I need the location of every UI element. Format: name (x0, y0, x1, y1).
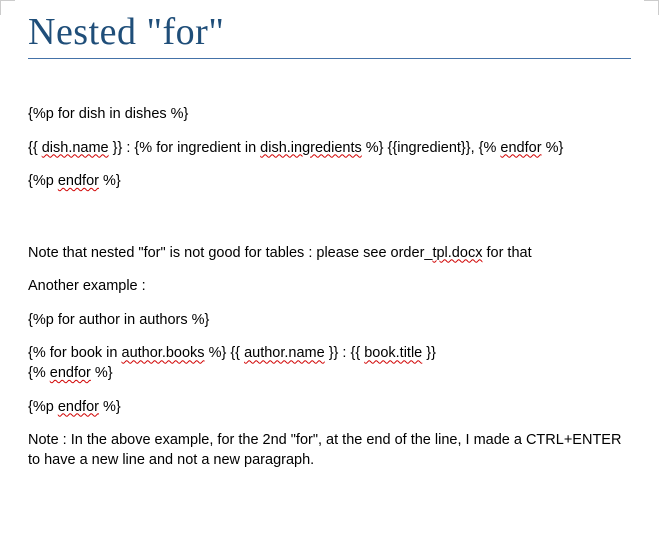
code-line: {{ dish.name }} : {% for ingredient in d… (28, 139, 631, 159)
text: }} : {% for ingredient in (109, 140, 261, 156)
text: {{ (28, 140, 42, 156)
text: %} {{ingredient}}, {% (362, 140, 501, 156)
text: {%p (28, 399, 58, 415)
text: %} (99, 399, 121, 415)
spellcheck-word: dish.name (42, 140, 109, 156)
spellcheck-word: dish.ingredients (260, 140, 362, 156)
document-page: Nested "for" {%p for dish in dishes %} {… (0, 0, 659, 490)
page-corner-top-right (644, 0, 659, 15)
spellcheck-word: book.title (364, 345, 422, 361)
note-text: Note : In the above example, for the 2nd… (28, 431, 631, 470)
text: %} {{ (205, 345, 245, 361)
text: %} (91, 365, 113, 381)
text: %} (542, 140, 564, 156)
spellcheck-word: endfor (58, 173, 99, 189)
text: }} (422, 345, 436, 361)
spellcheck-word: author.books (122, 345, 205, 361)
text: {%p for author in authors %} (28, 312, 209, 328)
text: {% (28, 365, 50, 381)
text: for that (482, 245, 531, 261)
text: {%p for dish in dishes %} (28, 106, 188, 122)
page-title: Nested "for" (28, 10, 631, 59)
code-line: {%p endfor %} (28, 172, 631, 192)
note-text: Another example : (28, 277, 631, 297)
note-text: Note that nested "for" is not good for t… (28, 244, 631, 264)
spellcheck-word: endfor (58, 399, 99, 415)
text: {% for book in (28, 345, 122, 361)
text: }} : {{ (325, 345, 365, 361)
text: Note that nested "for" is not good for t… (28, 245, 432, 261)
text: %} (99, 173, 121, 189)
text: {%p (28, 173, 58, 189)
code-line: {%p for dish in dishes %} (28, 105, 631, 125)
spellcheck-word: endfor (50, 365, 91, 381)
spellcheck-word: endfor (500, 140, 541, 156)
spellcheck-word: author.name (244, 345, 325, 361)
page-corner-top-left (0, 0, 15, 15)
code-line: {% for book in author.books %} {{ author… (28, 344, 631, 383)
spellcheck-word: tpl.docx (432, 245, 482, 261)
code-line: {%p for author in authors %} (28, 311, 631, 331)
code-line: {%p endfor %} (28, 398, 631, 418)
